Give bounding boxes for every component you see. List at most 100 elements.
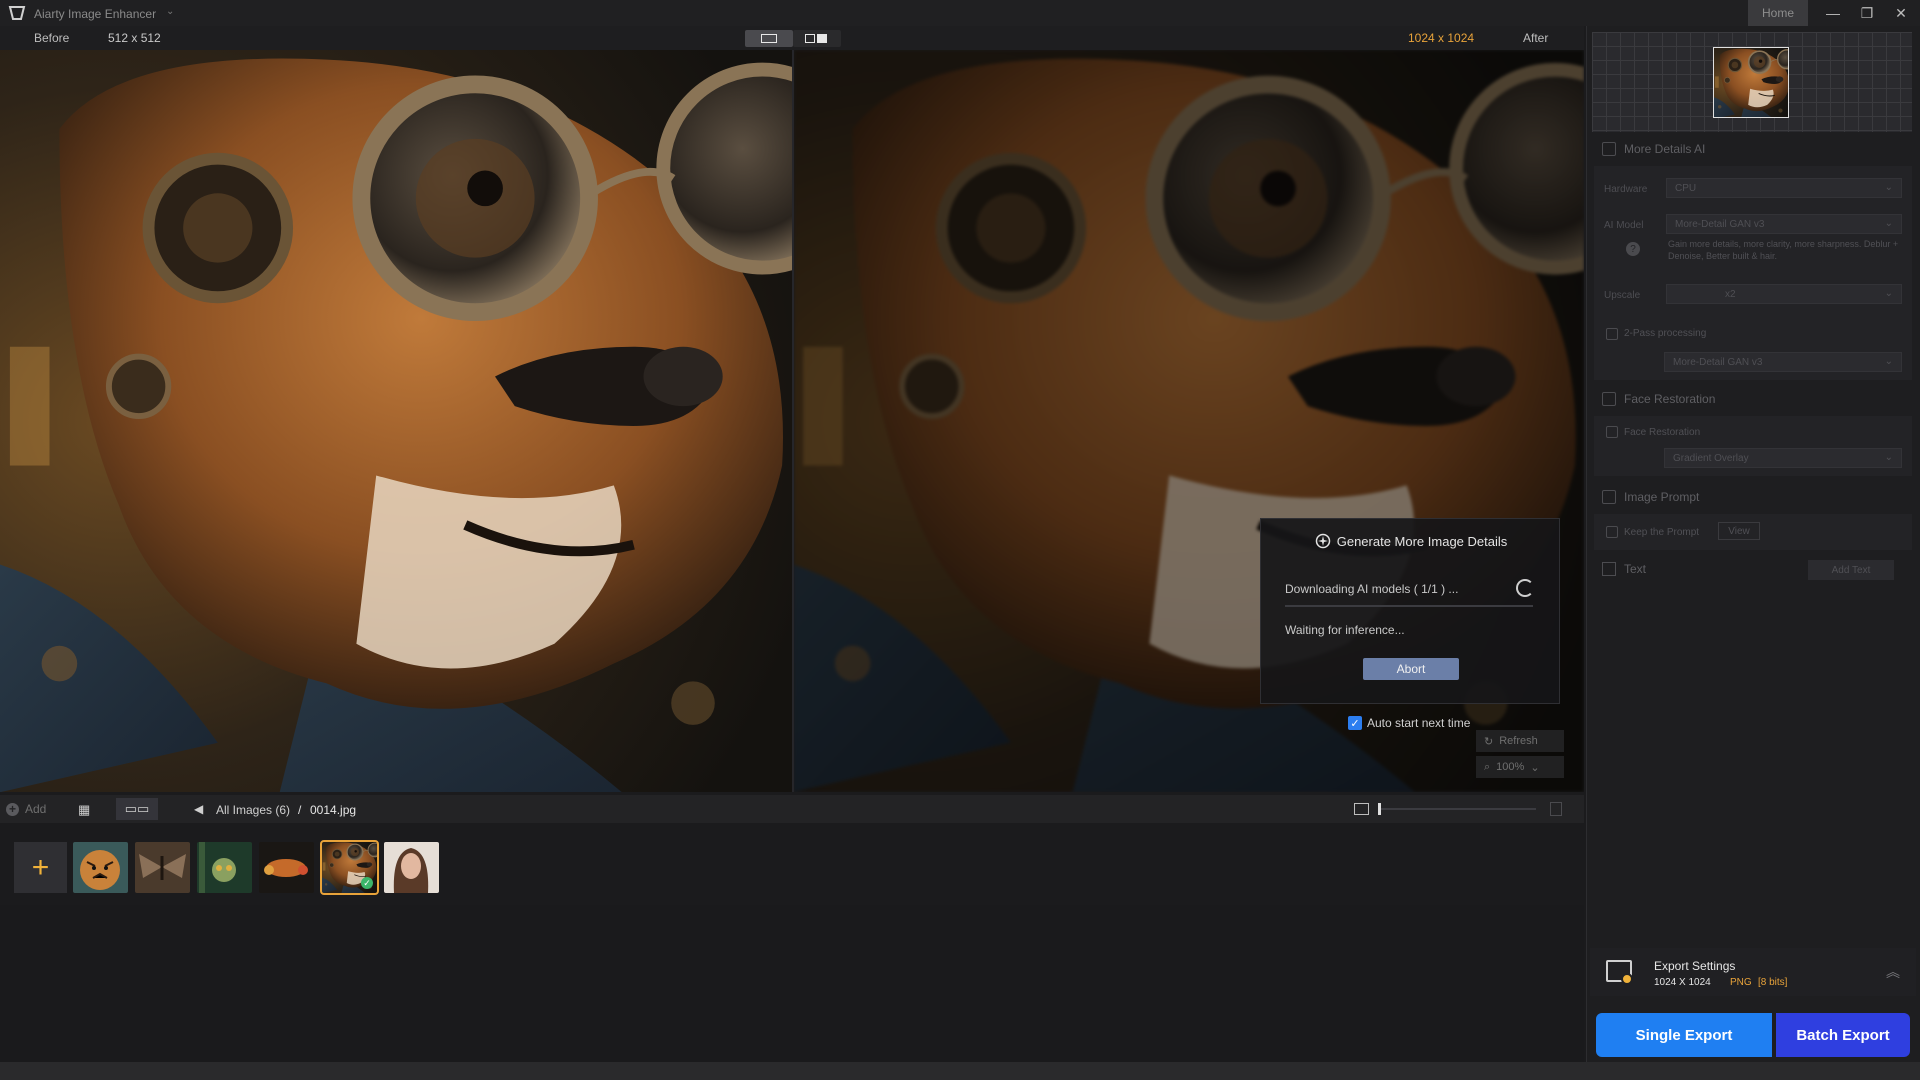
after-size: 1024 x 1024 <box>1408 31 1475 45</box>
thumbnail-steampunk-dog[interactable]: ✓ <box>320 840 379 895</box>
strip-view-icon: ▭▭ <box>124 801 150 816</box>
chevron-down-icon: ⌄ <box>1884 288 1893 299</box>
chevron-up-icon[interactable]: ︽ <box>1886 962 1900 982</box>
processing-dialog: Generate More Image Details Downloading … <box>1260 518 1560 704</box>
two-pass-model-dropdown[interactable]: More-Detail GAN v3 ⌄ <box>1664 352 1902 372</box>
minimize-icon[interactable]: — <box>1816 0 1850 26</box>
breadcrumb-file: 0014.jpg <box>310 803 357 817</box>
upscale-label: Upscale <box>1604 290 1641 301</box>
thumbnail-image <box>73 842 128 893</box>
chevron-down-icon: ⌄ <box>1884 356 1893 367</box>
add-text-button[interactable]: Add Text <box>1808 560 1894 580</box>
ai-model-value: More-Detail GAN v3 <box>1675 218 1765 230</box>
loading-spinner-icon <box>1516 579 1534 597</box>
thumbnail-fox-flowers[interactable] <box>259 842 314 893</box>
abort-button[interactable]: Abort <box>1363 658 1459 680</box>
before-image <box>0 50 792 792</box>
refresh-label: Refresh <box>1499 735 1538 747</box>
status-bar <box>0 1062 1920 1080</box>
breadcrumb-separator: / <box>298 803 302 817</box>
export-dimensions: 1024 X 1024 <box>1654 977 1711 988</box>
plus-icon: + <box>31 850 50 884</box>
image-prompt-section-header[interactable]: Image Prompt <box>1586 482 1920 512</box>
more-details-icon <box>1602 142 1616 156</box>
two-pass-checkbox[interactable] <box>1606 328 1618 340</box>
inference-status: Waiting for inference... <box>1285 623 1405 637</box>
face-scan-icon <box>1602 392 1616 406</box>
close-icon[interactable]: ✕ <box>1884 0 1918 26</box>
thumbnail-moth[interactable] <box>135 842 190 893</box>
export-format: PNG <box>1730 977 1752 988</box>
breadcrumb-all-images[interactable]: All Images (6) <box>216 803 290 817</box>
before-image-pane[interactable] <box>0 50 792 792</box>
add-circle-icon: + <box>6 802 19 816</box>
zoom-value: 100% <box>1496 761 1525 773</box>
gallery-area <box>0 905 1584 1062</box>
side-by-side-view-button[interactable] <box>793 30 841 47</box>
upscale-value: x2 <box>1725 288 1736 300</box>
image-prompt-title: Image Prompt <box>1624 490 1700 504</box>
face-restoration-label: Face Restoration <box>1624 427 1701 438</box>
view-prompt-button[interactable]: View <box>1718 522 1760 540</box>
navigator-viewport[interactable] <box>1713 47 1789 118</box>
before-label: Before <box>34 31 70 45</box>
face-restoration-mode-value: Gradient Overlay <box>1673 452 1749 464</box>
slider-handle[interactable] <box>1378 803 1381 815</box>
add-thumbnail-button[interactable]: + <box>14 842 67 893</box>
auto-start-checkbox[interactable]: ✓ <box>1348 716 1362 730</box>
keep-prompt-checkbox[interactable] <box>1606 526 1618 538</box>
help-icon[interactable]: ? <box>1626 242 1640 256</box>
thumbnail-size-slider[interactable] <box>1378 803 1536 815</box>
ai-model-dropdown[interactable]: More-Detail GAN v3 ⌄ <box>1666 214 1902 234</box>
side-by-side-left-icon <box>805 34 815 43</box>
hardware-dropdown[interactable]: CPU ⌄ <box>1666 178 1902 198</box>
navigator-image <box>1714 48 1788 117</box>
home-button[interactable]: Home <box>1748 0 1808 26</box>
keep-prompt-label: Keep the Prompt <box>1624 527 1700 538</box>
ai-model-label: AI Model <box>1604 220 1644 231</box>
title-bar <box>0 0 1920 26</box>
thumbnail-image <box>197 842 252 893</box>
ai-model-description: Gain more details, more clarity, more sh… <box>1668 239 1899 261</box>
batch-export-button[interactable]: Batch Export <box>1776 1013 1910 1057</box>
single-export-button[interactable]: Single Export <box>1596 1013 1772 1057</box>
two-pass-label: 2-Pass processing <box>1624 328 1707 339</box>
dialog-header: Generate More Image Details <box>1261 533 1561 549</box>
export-settings-panel[interactable]: Export Settings 1024 X 1024 PNG [8 bits]… <box>1590 948 1916 996</box>
zoom-dropdown[interactable]: ⌕ 100% ⌄ <box>1476 756 1564 778</box>
back-arrow-icon[interactable]: ◀ <box>194 802 203 816</box>
add-image-button[interactable]: + Add <box>6 802 46 816</box>
grid-view-icon[interactable]: ▦ <box>78 802 90 818</box>
restore-icon[interactable]: ❐ <box>1850 0 1884 26</box>
export-settings-title: Export Settings <box>1654 959 1736 973</box>
split-view-icon <box>761 34 777 43</box>
download-status: Downloading AI models ( 1/1 ) ... <box>1285 582 1459 596</box>
app-logo-icon <box>8 6 26 20</box>
face-restoration-checkbox[interactable] <box>1606 426 1618 438</box>
gear-icon <box>1621 973 1633 985</box>
export-bit-depth: [8 bits] <box>1758 977 1788 988</box>
hardware-value: CPU <box>1675 182 1697 194</box>
processed-check-icon: ✓ <box>361 877 373 889</box>
thumbnail-woman-portrait[interactable] <box>384 842 439 893</box>
chevron-down-icon: ⌄ <box>1884 452 1893 463</box>
upscale-dropdown[interactable]: x2 ⌄ <box>1666 284 1902 304</box>
more-details-panel <box>1594 166 1912 380</box>
side-by-side-right-icon <box>817 34 827 43</box>
face-restoration-title: Face Restoration <box>1624 392 1716 406</box>
after-label: After <box>1523 31 1549 45</box>
strip-view-button[interactable]: ▭▭ <box>116 798 158 820</box>
thumbnail-forest-creature[interactable] <box>197 842 252 893</box>
refresh-button[interactable]: ↻ Refresh <box>1476 730 1564 752</box>
face-restoration-mode-dropdown[interactable]: Gradient Overlay ⌄ <box>1664 448 1902 468</box>
before-size: 512 x 512 <box>108 31 161 45</box>
two-pass-model-value: More-Detail GAN v3 <box>1673 356 1763 368</box>
split-view-button[interactable] <box>745 30 793 47</box>
more-details-section-header[interactable]: More Details AI <box>1586 134 1920 164</box>
trash-icon[interactable] <box>1550 802 1562 816</box>
refresh-icon: ↻ <box>1484 735 1494 748</box>
face-restoration-section-header[interactable]: Face Restoration <box>1586 384 1920 414</box>
thumbnail-tiger[interactable] <box>73 842 128 893</box>
chevron-down-icon[interactable]: ⌄ <box>166 6 174 17</box>
add-label: Add <box>25 802 47 816</box>
